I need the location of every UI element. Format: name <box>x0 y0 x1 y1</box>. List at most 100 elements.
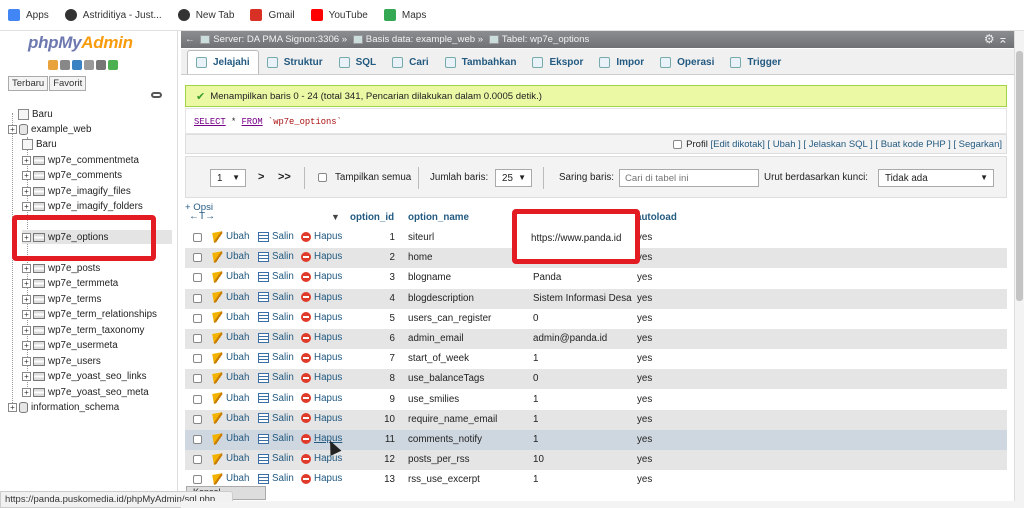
delete-button[interactable]: Hapus <box>301 312 342 323</box>
cell-autoload[interactable]: yes <box>637 414 652 425</box>
sidebar-item-wp7e-term-relationships[interactable]: + wp7e_term_relationships <box>22 307 157 321</box>
cell-autoload[interactable]: yes <box>637 373 652 384</box>
cell-option-name[interactable]: home <box>408 252 433 263</box>
cell-option-name[interactable]: use_balanceTags <box>408 373 484 384</box>
sidebar-item-wp7e-posts[interactable]: + wp7e_posts <box>22 261 100 275</box>
cell-option-name[interactable]: rss_use_excerpt <box>408 474 480 485</box>
cell-option-id[interactable]: 6 <box>369 333 395 344</box>
table-row[interactable]: Ubah Salin Hapus 11 comments_notify 1 yes <box>185 430 1007 450</box>
cell-option-name[interactable]: blogdescription <box>408 293 474 304</box>
cell-autoload[interactable]: yes <box>637 313 652 324</box>
copy-button[interactable]: Salin <box>258 251 294 262</box>
table-row[interactable]: Ubah Salin Hapus 5 users_can_register 0 yes <box>185 308 1007 329</box>
copy-button[interactable]: Salin <box>258 271 294 282</box>
expand-icon[interactable]: + <box>22 340 31 350</box>
expand-icon[interactable]: + <box>22 201 31 211</box>
sidebar-item-wp7e-yoast-seo-links[interactable]: + wp7e_yoast_seo_links <box>22 369 147 383</box>
sidebar-item-baru[interactable]: Baru <box>8 107 53 121</box>
cell-autoload[interactable]: yes <box>637 474 652 485</box>
tab-ekspor[interactable]: Ekspor <box>524 50 591 74</box>
expand-icon[interactable]: + <box>22 170 31 180</box>
last-page-button[interactable]: >> <box>278 171 291 183</box>
edit-button[interactable]: Ubah <box>212 372 249 384</box>
docs-icon[interactable] <box>84 60 94 70</box>
row-checkbox[interactable] <box>193 374 202 384</box>
cell-option-name[interactable]: siteurl <box>408 232 434 243</box>
cell-autoload[interactable]: yes <box>637 454 652 465</box>
sidebar-item-wp7e-users[interactable]: + wp7e_users <box>22 354 101 368</box>
delete-button[interactable]: Hapus <box>301 453 342 464</box>
edit-button[interactable]: Ubah <box>212 351 249 364</box>
cell-option-value[interactable]: 1 <box>533 414 538 425</box>
table-row[interactable]: Ubah Salin Hapus 9 use_smilies 1 yes <box>185 389 1007 410</box>
cell-option-name[interactable]: blogname <box>408 272 451 283</box>
cell-option-id[interactable]: 2 <box>369 252 395 263</box>
table-row[interactable]: Ubah Salin Hapus 4 blogdescription Sistem Inf… <box>185 288 1007 309</box>
tab-cari[interactable]: Cari <box>384 50 436 74</box>
copy-button[interactable]: Salin <box>258 231 294 242</box>
expand-icon[interactable]: + <box>22 155 31 165</box>
delete-button[interactable]: Hapus <box>301 251 342 262</box>
cell-autoload[interactable]: yes <box>637 333 652 344</box>
delete-button[interactable]: Hapus <box>301 473 342 484</box>
copy-button[interactable]: Salin <box>258 473 294 484</box>
row-checkbox[interactable] <box>193 435 202 444</box>
delete-button[interactable]: Hapus <box>301 393 342 404</box>
tab-recent[interactable]: Terbaru <box>8 76 49 91</box>
cell-autoload[interactable]: yes <box>637 293 652 304</box>
cell-autoload[interactable]: yes <box>637 434 652 445</box>
expand-icon[interactable]: + <box>22 294 31 304</box>
vertical-scrollbar[interactable] <box>1014 31 1024 501</box>
cell-option-name[interactable]: posts_per_rss <box>408 454 470 465</box>
expand-icon[interactable]: + <box>22 387 31 397</box>
edit-query-link[interactable]: [ Ubah ] <box>768 139 801 150</box>
sidebar-item-wp7e-yoast-seo-meta[interactable]: + wp7e_yoast_seo_meta <box>22 385 149 399</box>
delete-button[interactable]: Hapus <box>301 231 342 242</box>
show-all-checkbox[interactable] <box>318 173 327 182</box>
edit-button[interactable]: Ubah <box>212 473 249 485</box>
delete-button[interactable]: Hapus <box>301 271 342 282</box>
refresh-link[interactable]: [ Segarkan] <box>953 139 1002 150</box>
delete-button[interactable]: Hapus <box>301 413 342 424</box>
cell-option-id[interactable]: 12 <box>369 454 395 465</box>
row-checkbox[interactable] <box>193 273 202 283</box>
settings-gear-icon[interactable]: ⚙ ⌅ <box>984 32 1008 46</box>
bookmark-maps[interactable]: Maps <box>383 9 426 21</box>
row-checkbox[interactable] <box>193 293 202 303</box>
row-checkbox[interactable] <box>193 354 202 364</box>
tab-favorites[interactable]: Favorit <box>49 76 87 91</box>
expand-icon[interactable]: + <box>22 356 31 366</box>
cell-autoload[interactable]: yes <box>637 353 652 364</box>
tab-trigger[interactable]: Trigger <box>722 50 789 74</box>
cell-option-name[interactable]: start_of_week <box>408 353 469 364</box>
copy-button[interactable]: Salin <box>258 352 294 363</box>
delete-button[interactable]: Hapus <box>301 332 342 343</box>
page-select[interactable]: 1 ▼ <box>210 169 246 187</box>
column-autoload[interactable]: autoload <box>636 212 677 223</box>
delete-button[interactable]: Hapus <box>301 372 342 383</box>
cell-option-id[interactable]: 5 <box>369 313 395 324</box>
edit-button[interactable]: Ubah <box>212 432 249 445</box>
edit-button[interactable]: Ubah <box>212 291 249 303</box>
row-checkbox[interactable] <box>193 313 202 323</box>
cell-autoload[interactable]: yes <box>637 394 652 405</box>
cell-option-value[interactable]: 1 <box>533 394 538 405</box>
cell-option-value[interactable]: admin@panda.id <box>533 333 607 344</box>
sidebar-item-wp7e-imagify-files[interactable]: + wp7e_imagify_files <box>22 184 131 198</box>
bookmark-apps[interactable]: Apps <box>8 9 49 21</box>
sidebar-item-wp7e-usermeta[interactable]: + wp7e_usermeta <box>22 338 118 352</box>
copy-button[interactable]: Salin <box>258 372 294 383</box>
copy-button[interactable]: Salin <box>258 393 294 404</box>
row-checkbox[interactable] <box>193 233 202 242</box>
tab-operasi[interactable]: Operasi <box>652 50 722 74</box>
sidebar-item-wp7e-imagify-folders[interactable]: + wp7e_imagify_folders <box>22 199 143 213</box>
cell-option-name[interactable]: comments_notify <box>408 434 482 445</box>
row-checkbox[interactable] <box>193 253 202 263</box>
home-icon[interactable] <box>48 60 58 70</box>
column-arrows-icon[interactable]: ←T→ <box>189 211 215 222</box>
breadcrumb-server[interactable]: Server: DA PMA Signon:3306 <box>213 34 339 45</box>
sidebar-item-wp7e-comments[interactable]: + wp7e_comments <box>22 168 122 182</box>
sort-triangle-icon[interactable]: ▼ <box>331 212 340 222</box>
cell-option-name[interactable]: admin_email <box>408 333 464 344</box>
expand-icon[interactable]: + <box>22 371 31 381</box>
